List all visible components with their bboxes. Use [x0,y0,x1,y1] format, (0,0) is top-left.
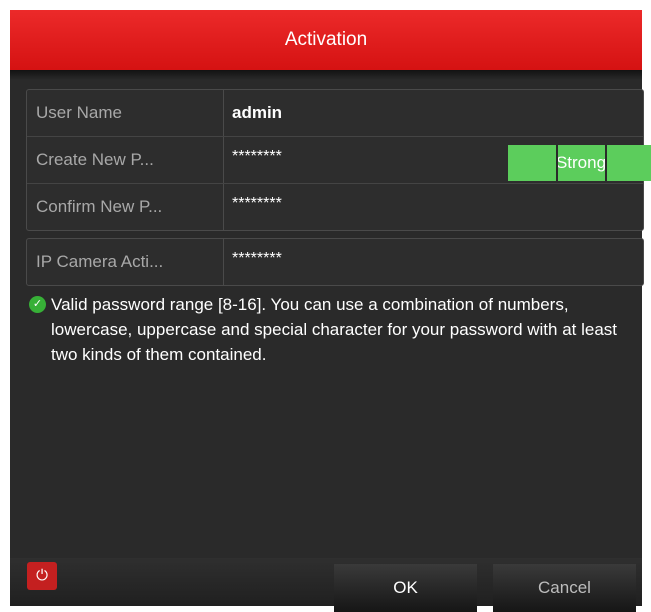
user-name-label: User Name [27,90,224,136]
user-name-row: User Name admin [27,90,643,137]
dialog-footer: ⏻ OK Cancel [10,558,642,612]
password-strength-label: Strong [555,153,607,172]
activation-dialog: Activation User Name admin Create New P.… [10,10,651,612]
confirm-password-field[interactable]: ******** [224,184,643,230]
ip-camera-group: IP Camera Acti... ******** [26,238,644,286]
create-password-label: Create New P... [27,137,224,183]
ip-camera-password-field[interactable]: ******** [224,239,643,285]
ok-button[interactable]: OK [334,564,477,612]
strength-segment-divider [605,145,607,181]
dialog-title: Activation [10,10,642,70]
ip-camera-password-label: IP Camera Acti... [27,239,224,285]
confirm-password-row: Confirm New P... ******** [27,184,643,230]
user-name-value: admin [232,103,283,122]
strength-segment-divider [556,145,558,181]
password-fields-group: User Name admin Create New P... ********… [26,89,651,231]
password-hint-text: Valid password range [8-16]. You can use… [51,295,618,364]
power-icon[interactable]: ⏻ [27,562,57,590]
confirm-password-label: Confirm New P... [27,184,224,230]
password-strength-indicator: Strong [508,145,651,181]
title-divider [10,70,642,80]
cancel-button[interactable]: Cancel [493,564,636,612]
check-circle-icon: ✓ [29,296,46,313]
password-hint: ✓ Valid password range [8-16]. You can u… [29,292,641,367]
create-password-row: Create New P... ******** Strong [27,137,651,184]
ip-camera-password-row: IP Camera Acti... ******** [27,239,643,285]
